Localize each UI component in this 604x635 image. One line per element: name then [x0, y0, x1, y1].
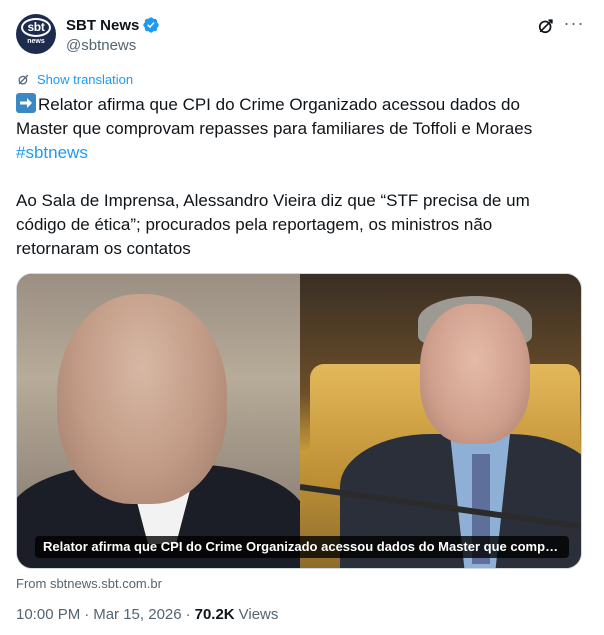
more-icon[interactable]: ··· [563, 14, 585, 36]
tweet-meta: 10:00 PM · Mar 15, 2026 · 70.2K Views [16, 606, 278, 623]
link-card-caption[interactable]: Relator afirma que CPI do Crime Organiza… [35, 536, 569, 558]
tweet-text: Relator afirma que CPI do Crime Organiza… [16, 93, 576, 261]
show-translation-link[interactable]: Show translation [37, 72, 133, 87]
tweet-paragraph-1: Relator afirma que CPI do Crime Organiza… [16, 93, 576, 141]
avatar-logo-subtext: news [27, 38, 45, 45]
link-card-image[interactable]: Relator afirma que CPI do Crime Organiza… [16, 273, 582, 569]
meta-separator: · [185, 606, 191, 623]
views-label: Views [238, 606, 279, 623]
translate-icon [18, 74, 29, 85]
translate-row[interactable]: Show translation [16, 72, 133, 87]
tweet-hashtag-line: #sbtnews [16, 141, 576, 165]
hashtag-link[interactable]: #sbtnews [16, 143, 88, 162]
tweet-date[interactable]: Mar 15, 2026 [93, 606, 181, 623]
link-source[interactable]: From sbtnews.sbt.com.br [16, 576, 162, 591]
display-name[interactable]: SBT News [66, 17, 139, 34]
photo-right [300, 274, 581, 568]
views-count[interactable]: 70.2K [195, 606, 235, 623]
photo-left-head [57, 294, 227, 504]
author-name-row: SBT News [66, 16, 160, 34]
tweet[interactable]: sbt news SBT News @sbtnews ··· Show tran… [0, 0, 604, 635]
meta-separator: · [84, 606, 90, 623]
tweet-time[interactable]: 10:00 PM [16, 606, 80, 623]
right-arrow-emoji-icon [16, 93, 36, 113]
photo-left [17, 274, 300, 568]
avatar-logo-text: sbt [27, 20, 45, 34]
tweet-paragraph-2: Ao Sala de Imprensa, Alessandro Vieira d… [16, 191, 530, 258]
tweet-headline: Relator afirma que CPI do Crime Organiza… [16, 95, 533, 138]
avatar[interactable]: sbt news [16, 14, 56, 54]
verified-badge-icon[interactable] [142, 16, 160, 34]
grok-icon[interactable] [536, 16, 556, 36]
photo-right-head [420, 304, 530, 444]
author-handle[interactable]: @sbtnews [66, 37, 136, 54]
